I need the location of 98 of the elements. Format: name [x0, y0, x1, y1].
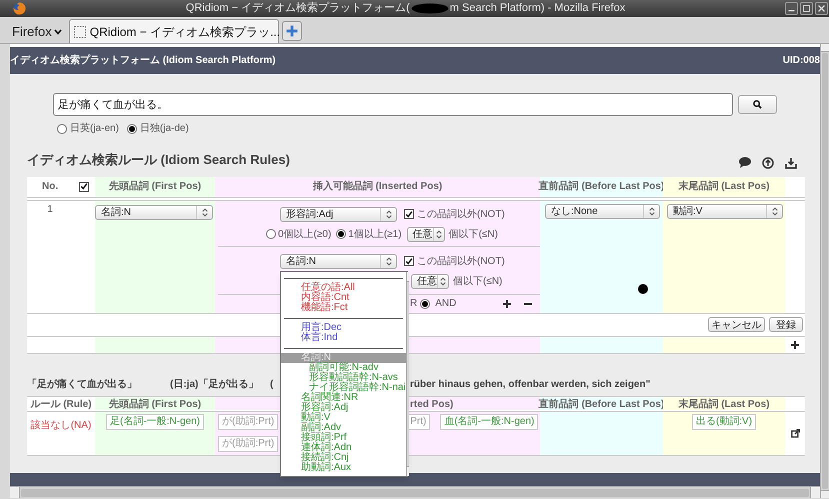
dropdown-option[interactable]: 機能語:Fct: [281, 303, 406, 313]
caret-icon: [54, 29, 62, 35]
checkbox[interactable]: [404, 256, 414, 266]
pos-tag: 出る(動詞:V): [692, 414, 756, 430]
form-button[interactable]: キャンセル: [708, 317, 765, 332]
horizontal-scrollbar[interactable]: [10, 486, 820, 498]
dropdown-option[interactable]: 用言:Dec: [281, 323, 406, 333]
new-tab-icon[interactable]: [282, 21, 302, 41]
field-label: 個以下(≤N): [448, 228, 498, 242]
pos-select[interactable]: なし:None: [545, 204, 660, 219]
idiom-text: (: [270, 378, 274, 392]
column-header: 末尾品詞 (Last Pos): [663, 176, 785, 197]
dropdown-option[interactable]: 動詞:V: [281, 413, 406, 423]
close-icon[interactable]: [815, 2, 828, 15]
chevron-icon: [202, 208, 208, 217]
page-icon: [74, 26, 86, 38]
chevron-icon: [440, 276, 446, 286]
minimize-icon[interactable]: [785, 2, 798, 15]
radio-button[interactable]: [336, 229, 346, 240]
pos-tag: が(助詞:Prt): [218, 436, 278, 452]
checkbox-label: この品詞以外(NOT): [417, 208, 505, 222]
checkbox-label: この品詞以外(NOT): [417, 254, 505, 269]
remove-icon[interactable]: [524, 302, 532, 305]
chevron-icon: [648, 206, 654, 216]
dropdown-list[interactable]: 任意の語:All 内容語:Cnt 機能語:Fct 用言:Dec 体言:Ind 名詞:N 副詞可能:N-adv 形容動詞語幹:N-avs ナイ形容詞語幹:N-nai 名詞関連:NR 形容詞:Adj 動詞:V 副詞:Adv 接頭詞:Prf 連体詞:Adn 接続詞:Cnj 助動詞:Aux: [280, 271, 408, 477]
radio-button[interactable]: [420, 298, 430, 309]
pos-tag: が(助詞:Prt): [218, 414, 278, 430]
dropdown-option[interactable]: 連体詞:Adn: [281, 443, 406, 453]
speech-bubble-icon[interactable]: [739, 157, 751, 168]
radio-button[interactable]: [57, 124, 67, 134]
checkbox[interactable]: [404, 209, 414, 220]
dropdown-option[interactable]: 形容詞:Adj: [281, 403, 406, 413]
pos-select[interactable]: 形容詞:Adj: [280, 206, 397, 222]
pos-select[interactable]: 任意: [406, 226, 445, 242]
column-header: ルール (Rule): [27, 396, 95, 412]
dropdown-option[interactable]: 助動詞:Aux: [281, 463, 406, 473]
radio-label: 日独(ja-de): [140, 122, 189, 136]
pos-tag: 足(名詞-一般:N-gen): [106, 414, 204, 430]
add-icon[interactable]: [791, 340, 799, 349]
user-id: UID:008: [782, 54, 820, 68]
pos-tag: Prt): [409, 414, 430, 430]
window-title: QRidiom − イディオム検索プラットフォーム(: [186, 0, 410, 16]
dropdown-option[interactable]: 任意の語:All: [281, 283, 406, 293]
dropdown-option[interactable]: ナイ形容詞語幹:N-nai: [281, 383, 406, 393]
pos-select[interactable]: 動詞:V: [667, 204, 783, 219]
dot-icon: [638, 284, 648, 294]
page-title: イディオム検索プラットフォーム (Idiom Search Platform): [10, 53, 276, 68]
row-number: 1: [47, 202, 53, 214]
dropdown-option[interactable]: 接続詞:Cnj: [281, 453, 406, 463]
radio-button[interactable]: [266, 229, 276, 240]
radio-button[interactable]: [126, 124, 137, 134]
chevron-icon: [386, 210, 392, 219]
browser-logo-icon: [13, 2, 26, 15]
firefox-menu-button[interactable]: Firefox: [12, 21, 64, 43]
column-header: 先頭品詞 (First Pos): [95, 396, 215, 412]
idiom-meaning: rüber hinaus gehen, offenbar werden, sich zeigen": [410, 378, 650, 392]
maximize-icon[interactable]: [800, 2, 813, 15]
dropdown-option[interactable]: 形容動詞語幹:N-avs: [281, 373, 406, 383]
add-icon[interactable]: [503, 300, 511, 308]
radio-label: 日英(ja-en): [70, 122, 119, 136]
chevron-icon: [772, 206, 778, 216]
form-button[interactable]: 登録: [769, 317, 803, 332]
vertical-scrollbar[interactable]: [820, 44, 829, 498]
list-scrollbar[interactable]: [406, 272, 409, 476]
dropdown-option[interactable]: 体言:Ind: [281, 333, 406, 343]
radio-label: R: [410, 297, 418, 312]
pos-select[interactable]: 名詞:N: [280, 254, 397, 269]
dropdown-option[interactable]: 副詞:Adv: [281, 423, 406, 433]
browser-tab[interactable]: QRidiom − イディオム検索プラッ...: [68, 19, 279, 43]
search-icon: [753, 100, 762, 109]
chevron-icon: [386, 256, 392, 266]
search-field[interactable]: 足が痛くて血が出る。: [53, 92, 733, 116]
pos-select[interactable]: 任意: [411, 274, 449, 289]
redaction-mark: [410, 3, 450, 14]
column-header: 先頭品詞 (First Pos): [95, 176, 215, 197]
download-icon[interactable]: [785, 156, 797, 169]
checkbox[interactable]: [79, 182, 89, 192]
window-title: m Search Platform) - Mozilla Firefox: [450, 1, 626, 16]
column-header: 末尾品詞 (Last Pos): [663, 396, 785, 412]
dropdown-option[interactable]: 内容語:Cnt: [281, 293, 406, 303]
radio-label: 1個以上(≥1): [348, 228, 402, 242]
column-header: 挿入可能品詞 (Inserted Pos): [215, 176, 540, 197]
radio-label: AND: [435, 297, 456, 312]
result-sentence: 「足が痛くて血が出る」: [27, 378, 138, 392]
chevron-icon: [436, 230, 442, 239]
field-label: 個以下(≤N): [453, 274, 502, 289]
external-link-icon[interactable]: [790, 428, 800, 438]
column-header: No.: [42, 180, 58, 194]
pos-select[interactable]: 名詞:N: [95, 204, 213, 220]
rule-result: 該当なし(NA): [30, 418, 92, 430]
pos-tag: 血(名詞-一般:N-gen): [440, 414, 538, 430]
dropdown-option[interactable]: 副詞可能:N-adv: [281, 363, 406, 373]
radio-label: 0個以上(≥0): [278, 228, 332, 242]
search-button[interactable]: [738, 94, 777, 114]
dropdown-option[interactable]: 接頭詞:Prf: [281, 433, 406, 443]
idiom-title: (日:ja)「足が出る」: [170, 378, 260, 392]
section-title: イディオム検索ルール (Idiom Search Rules): [27, 151, 290, 170]
upload-circle-icon[interactable]: [762, 156, 774, 169]
